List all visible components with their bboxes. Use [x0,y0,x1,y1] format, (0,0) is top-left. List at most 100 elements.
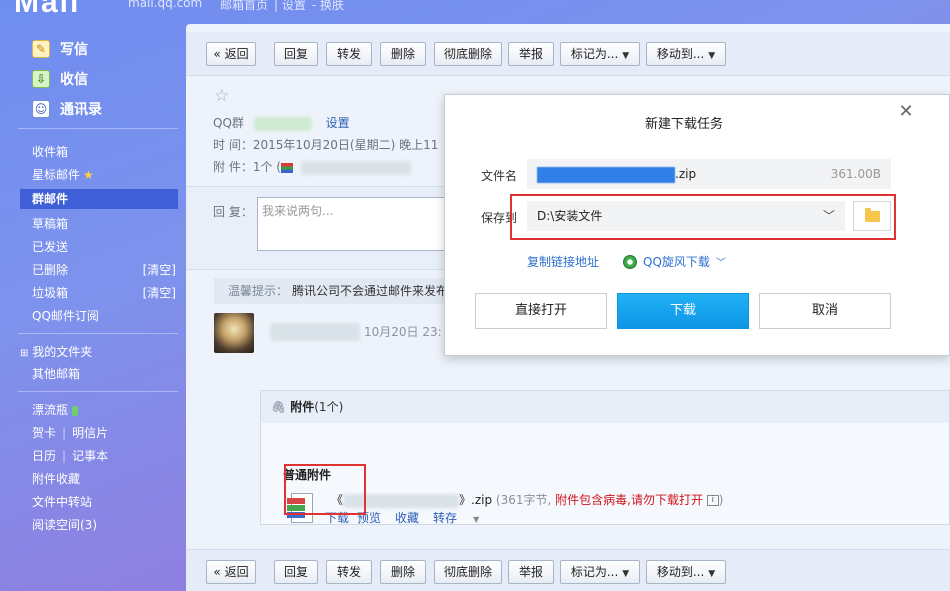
sidebar-item-starred[interactable]: 星标邮件 ★ [32,165,178,185]
delete-button[interactable]: 删除 [380,560,426,584]
reply-label: 回 复： [213,205,253,219]
archive-icon [280,162,293,173]
group-settings-link[interactable]: 设置 [326,116,350,130]
sidebar-item-attachment-collection[interactable]: 附件收藏 [32,469,178,489]
sidebar-item-deleted[interactable]: 已删除 [清空] [32,260,178,280]
forward-button[interactable]: 转发 [326,560,372,584]
sidebar-item-sent[interactable]: 已发送 [32,237,178,257]
calendar-link[interactable]: 日历 [32,449,56,463]
caret-down-icon: ▼ [622,569,630,579]
highlight-box-attachment [284,464,366,515]
attachment-ext: 》.zip [459,493,493,507]
delete-button[interactable]: 删除 [380,42,426,66]
sidebar-item-other-mail[interactable]: 其他邮箱 [32,364,178,384]
home-link[interactable]: 邮箱首页 [220,0,268,12]
pencil-icon: ✎ [32,40,50,58]
caret-down-icon: ▼ [622,51,630,61]
qq-whirlwind-icon [623,255,637,269]
sidebar-item-inbox[interactable]: 收件箱 [32,142,178,162]
star-icon: ★ [83,168,94,182]
sidebar-item-spam[interactable]: 垃圾箱 [清空] [32,283,178,303]
chevron-down-icon: ﹀ [715,258,726,269]
group-line: QQ群 设置 [213,114,350,131]
attachment-label: 附 件： [213,160,253,174]
sidebar-divider [18,391,178,392]
greeting-card-link[interactable]: 贺卡 [32,426,56,440]
forward-button[interactable]: 转发 [326,42,372,66]
sidebar-item-subscriptions[interactable]: QQ邮件订阅 [32,306,178,326]
notepad-link[interactable]: 记事本 [72,449,108,463]
sidebar-item-tools: 日历 | 记事本 [32,449,109,463]
report-button[interactable]: 举报 [508,560,554,584]
group-label: QQ群 [213,116,244,130]
sidebar-item-reading-space[interactable]: 阅读空间(3) [32,515,178,535]
star-outline-icon[interactable]: ☆ [214,86,229,106]
move-to-dropdown[interactable]: 移动到... ▼ [646,560,726,584]
download-button[interactable]: 下载 [617,293,749,329]
brand-links: 邮箱首页 | 设置 - 换肤 [220,0,345,12]
sidebar-divider [18,128,178,129]
attachment-save-to-dropdown[interactable]: 转存 ▼ [433,511,493,525]
attachment-name-redacted [300,160,411,175]
report-button[interactable]: 举报 [508,42,554,66]
mail-logo: Mail [14,0,81,19]
sidebar-item-drift-bottle[interactable]: 漂流瓶 [32,400,178,420]
caret-down-icon: ▼ [708,51,716,61]
expand-plus-icon[interactable]: ⊞ [20,348,28,359]
reply-button[interactable]: 回复 [274,560,318,584]
close-icon[interactable]: ✕ [895,101,917,123]
copy-link-address[interactable]: 复制链接地址 [527,253,599,270]
file-name-selected-redacted [537,166,675,183]
empty-deleted-link[interactable]: [清空] [143,260,176,280]
receive-button[interactable]: ⇩ 收信 [32,67,88,91]
sidebar-item-drafts[interactable]: 草稿箱 [32,214,178,234]
inbox-download-icon: ⇩ [32,70,50,88]
sidebar-item-cards: 贺卡 | 明信片 [32,426,109,440]
caret-down-icon: ▼ [473,515,480,524]
skin-link[interactable]: 换肤 [320,0,344,12]
file-name-ext: .zip [675,167,697,181]
attachment-collect-link[interactable]: 收藏 [395,511,419,525]
write-button[interactable]: ✎ 写信 [32,37,88,61]
attachment-title: 附件 [290,400,315,414]
sidebar-item-my-folders[interactable]: ⊞ 我的文件夹 [20,342,166,362]
delete-permanently-button[interactable]: 彻底删除 [434,560,502,584]
postcard-link[interactable]: 明信片 [72,426,108,440]
mark-as-dropdown[interactable]: 标记为... ▼ [560,42,640,66]
move-to-dropdown[interactable]: 移动到... ▼ [646,42,726,66]
sidebar: ✎ 写信 ⇩ 收信 ☺ 通讯录 收件箱 星标邮件 ★ 群邮件 草稿箱 已发送 已删… [0,30,184,591]
cancel-button[interactable]: 取消 [759,293,891,329]
reply-button[interactable]: 回复 [274,42,318,66]
tip-label: 温馨提示： [228,284,289,298]
contact-card-icon: ☺ [32,100,50,118]
receive-label: 收信 [60,72,88,88]
open-directly-button[interactable]: 直接打开 [475,293,607,329]
attachment-count: 1个 ( [252,160,281,174]
brand-strip: Mail mail.qq.com 邮箱首页 | 设置 - 换肤 [0,0,950,20]
qq-whirlwind-download[interactable]: QQ旋风下载 ﹀ [623,253,726,270]
caret-down-icon: ▼ [708,569,716,579]
file-name-label: 文件名 [481,169,518,183]
sidebar-item-group-mail[interactable]: 群邮件 [20,189,178,209]
delete-permanently-button[interactable]: 彻底删除 [434,42,502,66]
back-button[interactable]: « 返回 [206,42,256,66]
tip-text: 腾讯公司不会通过邮件来发布 [292,284,449,298]
bottle-icon [72,405,79,416]
write-label: 写信 [60,42,88,58]
sidebar-item-file-transfer[interactable]: 文件中转站 [32,492,178,512]
back-button[interactable]: « 返回 [206,560,256,584]
time-value: 2015年10月20日(星期二) 晚上11 [252,138,439,152]
file-name-field[interactable]: .zip 361.00B [527,159,891,189]
info-icon[interactable]: i [706,495,719,506]
attachment-file-row: 《》.zip (361字节, 附件包含病毒,请勿下载打开 i) [331,493,724,508]
highlight-box-save-to [510,194,896,240]
virus-warning: 附件包含病毒,请勿下载打开 [555,493,703,507]
sender-avatar[interactable] [214,313,254,353]
brand-domain[interactable]: mail.qq.com [128,0,202,10]
settings-top-link[interactable]: 设置 [282,0,306,12]
contacts-button[interactable]: ☺ 通讯录 [32,97,102,121]
contacts-label: 通讯录 [60,102,102,118]
empty-spam-link[interactable]: [清空] [143,283,176,303]
mark-as-dropdown[interactable]: 标记为... ▼ [560,560,640,584]
bottom-toolbar: « 返回 回复 转发 删除 彻底删除 举报 标记为... ▼ 移动到... ▼ [186,549,950,591]
